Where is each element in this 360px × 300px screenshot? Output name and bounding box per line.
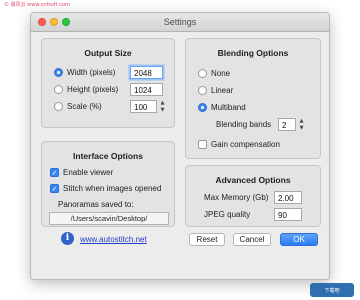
window-title: Settings	[163, 17, 197, 27]
output-size-title: Output Size	[84, 48, 132, 58]
reset-button[interactable]: Reset	[189, 233, 225, 246]
save-path-field[interactable]: /Users/scavin/Desktop/	[49, 212, 169, 225]
width-label: Width (pixels)	[67, 68, 116, 77]
scale-stepper[interactable]: ▲ ▼	[159, 100, 166, 113]
scale-radio[interactable]	[54, 102, 63, 111]
info-icon: i	[61, 232, 74, 245]
enable-viewer-label: Enable viewer	[63, 168, 114, 177]
blending-options-title: Blending Options	[217, 48, 289, 58]
chevron-up-icon[interactable]: ▲	[298, 118, 305, 124]
ok-button[interactable]: OK	[280, 233, 318, 246]
stitch-when-opened-label: Stitch when images opened	[63, 184, 162, 193]
chevron-down-icon[interactable]: ▼	[298, 125, 305, 131]
blend-multiband-radio[interactable]	[198, 103, 207, 112]
blend-multiband-label: Multiband	[211, 103, 246, 112]
height-radio[interactable]	[54, 85, 63, 94]
blending-options-group: Blending Options None Linear Multiband B…	[185, 38, 321, 159]
gain-compensation-label: Gain compensation	[211, 140, 280, 149]
website-link[interactable]: www.autostitch.net	[80, 235, 147, 244]
title-bar: Settings	[31, 13, 329, 32]
advanced-options-group: Advanced Options Max Memory (Gb) 2.00 JP…	[185, 165, 321, 227]
advanced-options-title: Advanced Options	[215, 175, 291, 185]
jpeg-quality-field[interactable]: 90	[274, 208, 302, 221]
interface-options-title: Interface Options	[73, 151, 143, 161]
chevron-up-icon[interactable]: ▲	[159, 100, 166, 106]
blend-none-radio[interactable]	[198, 69, 207, 78]
height-label: Height (pixels)	[67, 85, 119, 94]
blend-linear-label: Linear	[211, 86, 234, 95]
watermark-text: © 晨风云 www.cnfsoft.com	[4, 2, 70, 8]
blending-bands-label: Blending bands	[216, 120, 272, 129]
chevron-down-icon[interactable]: ▼	[159, 107, 166, 113]
panoramas-saved-label: Panoramas saved to:	[58, 200, 134, 209]
jpeg-quality-label: JPEG quality	[204, 210, 251, 219]
enable-viewer-checkbox[interactable]: ✓	[50, 168, 59, 177]
max-memory-label: Max Memory (Gb)	[204, 193, 269, 202]
blending-bands-stepper[interactable]: ▲ ▼	[298, 118, 305, 131]
width-radio[interactable]	[54, 68, 63, 77]
max-memory-field[interactable]: 2.00	[274, 191, 302, 204]
settings-window: Settings Output Size Width (pixels) 2048…	[30, 12, 330, 280]
cancel-button[interactable]: Cancel	[233, 233, 271, 246]
interface-options-group: Interface Options ✓ Enable viewer ✓ Stit…	[41, 141, 175, 227]
watermark-badge: 下载吧	[310, 283, 354, 297]
gain-compensation-checkbox[interactable]	[198, 140, 207, 149]
blend-linear-radio[interactable]	[198, 86, 207, 95]
width-field[interactable]: 2048	[130, 66, 163, 79]
blend-none-label: None	[211, 69, 231, 78]
output-size-group: Output Size Width (pixels) 2048 Height (…	[41, 38, 175, 128]
stitch-when-opened-checkbox[interactable]: ✓	[50, 184, 59, 193]
blending-bands-field[interactable]: 2	[278, 118, 296, 131]
scale-label: Scale (%)	[67, 102, 102, 111]
height-field[interactable]: 1024	[130, 83, 163, 96]
scale-field[interactable]: 100	[130, 100, 157, 113]
